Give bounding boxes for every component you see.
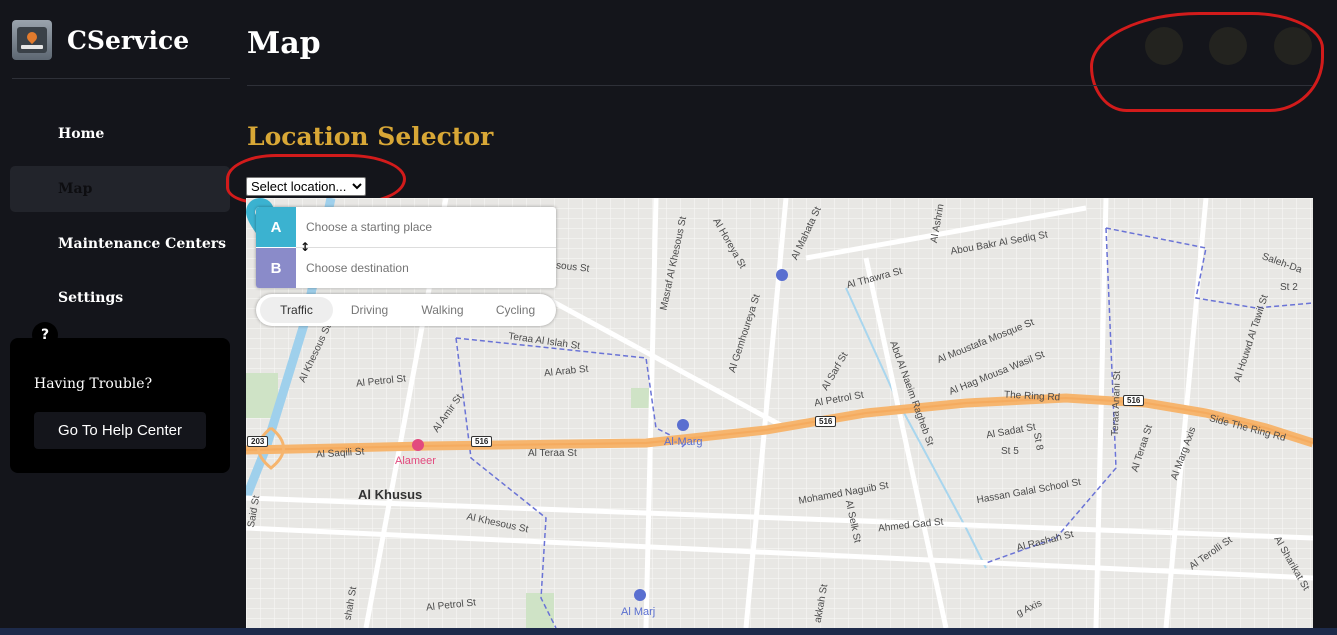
map-label: St 2 [1280,282,1298,293]
annotation-circle [1090,12,1324,112]
sidebar: CService Home Map Maintenance Centers Se… [0,0,240,635]
help-title: Having Trouble? [34,376,153,392]
sidebar-item-home[interactable]: Home [10,111,230,157]
route-shield: 516 [1123,395,1145,406]
map-label: Teraa Anani St [1109,370,1124,437]
travel-mode-tabs: Traffic Driving Walking Cycling [256,294,556,326]
brand[interactable]: CService [12,20,189,60]
help-center-button[interactable]: Go To Help Center [34,412,206,449]
sidebar-item-maintenance-centers[interactable]: Maintenance Centers [10,221,230,267]
divider [247,85,1313,86]
mode-walking[interactable]: Walking [406,297,479,323]
map-label: Alameer [395,455,436,467]
route-shield: 516 [471,436,493,447]
mode-cycling[interactable]: Cycling [479,297,552,323]
divider [12,78,230,79]
directions-panel: A ↕ B [256,207,556,288]
help-card: Having Trouble? Go To Help Center [10,338,230,473]
map-label: Al Teraa St [528,448,577,459]
route-shield: 516 [815,416,837,427]
sidebar-item-map[interactable]: Map [10,166,230,212]
map[interactable]: Al Khusus Alameer Al-Marg Al Marj Al Saq… [246,198,1313,628]
sidebar-item-settings[interactable]: Settings [10,275,230,321]
destination-input[interactable] [296,249,551,287]
map-label: St 5 [1001,446,1019,457]
divider [296,247,556,248]
route-shield: 203 [247,436,269,447]
car-service-logo-icon [12,20,52,60]
section-title: Location Selector [247,122,494,151]
origin-marker-icon: A [256,207,296,247]
brand-name: CService [67,25,190,55]
map-label: Al-Marg [664,436,703,448]
mode-traffic[interactable]: Traffic [260,297,333,323]
mode-driving[interactable]: Driving [333,297,406,323]
question-icon: ? [32,322,58,348]
starting-place-input[interactable] [296,208,551,246]
destination-marker-icon: B [256,248,296,288]
page-title: Map [247,26,321,61]
map-label: Al Khusus [358,487,423,502]
annotation-circle [226,154,406,204]
map-label: Al Marj [621,606,656,618]
taskbar-strip [0,628,1337,635]
